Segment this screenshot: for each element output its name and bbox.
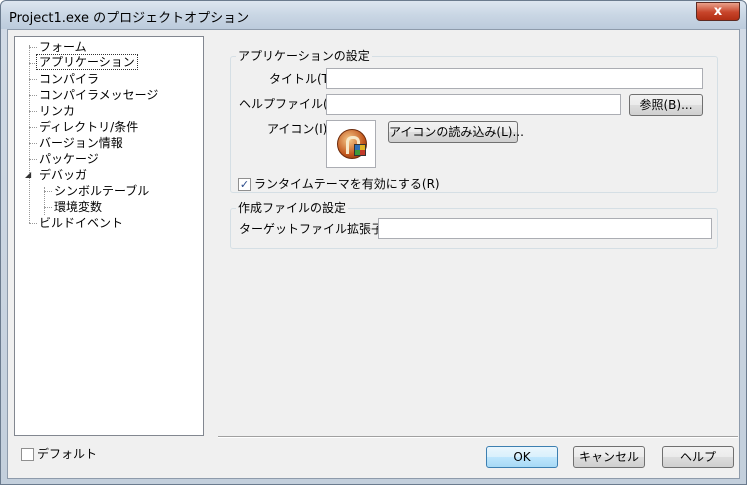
tree-connector-line: [29, 45, 30, 223]
target-extension-input[interactable]: [378, 218, 712, 239]
tree-item-version-info[interactable]: バージョン情報: [37, 135, 125, 151]
application-icon: [337, 129, 367, 159]
close-button[interactable]: x: [696, 2, 740, 21]
tree-branch: [29, 95, 37, 96]
tree-item-compiler-messages[interactable]: コンパイラメッセージ: [37, 87, 160, 103]
tree-branch: [44, 207, 52, 208]
icon-label: アイコン(I):: [267, 122, 332, 136]
help-button[interactable]: ヘルプ: [662, 446, 734, 468]
helpfile-input[interactable]: [326, 94, 621, 115]
title-input[interactable]: [326, 68, 703, 89]
app-icon-grid: [354, 144, 366, 156]
tree-branch: [29, 159, 37, 160]
tree-branch: [29, 79, 37, 80]
runtime-theme-checkbox[interactable]: ✓: [238, 178, 251, 191]
window-title: Project1.exe のプロジェクトオプション: [9, 11, 250, 26]
tree-item-compiler[interactable]: コンパイラ: [37, 71, 101, 87]
ok-button[interactable]: OK: [486, 446, 558, 468]
tree-item-environment-vars[interactable]: 環境変数: [52, 199, 104, 215]
tree-branch: [29, 127, 37, 128]
tree-item-debugger[interactable]: デバッガ: [37, 167, 89, 183]
runtime-theme-label[interactable]: ランタイムテーマを有効にする(R): [254, 176, 440, 192]
close-icon: x: [713, 4, 723, 19]
tree-item-linker[interactable]: リンカ: [37, 103, 77, 119]
options-tree[interactable]: フォーム アプリケーション コンパイラ コンパイラメッセージ リンカ ディレクト…: [14, 36, 204, 436]
project-options-dialog: Project1.exe のプロジェクトオプション x フォーム アプリケーショ…: [0, 0, 747, 485]
tree-branch: [29, 143, 37, 144]
tree-branch: [44, 191, 52, 192]
browse-button[interactable]: 参照(B)...: [629, 94, 703, 116]
tree-branch: [29, 111, 37, 112]
cancel-button[interactable]: キャンセル: [573, 446, 645, 468]
tree-item-build-events[interactable]: ビルドイベント: [37, 215, 125, 231]
title-bar[interactable]: Project1.exe のプロジェクトオプション x: [1, 1, 746, 29]
expand-triangle-icon[interactable]: ◢: [25, 170, 31, 179]
output-settings-label: 作成ファイルの設定: [236, 201, 349, 215]
dialog-client-area: フォーム アプリケーション コンパイラ コンパイラメッセージ リンカ ディレクト…: [7, 29, 740, 479]
tree-branch: [29, 47, 37, 48]
default-checkbox[interactable]: [21, 448, 34, 461]
footer-separator: [218, 436, 738, 438]
tree-item-form[interactable]: フォーム: [37, 39, 89, 55]
tree-item-packages[interactable]: パッケージ: [37, 151, 101, 167]
icon-preview: [326, 120, 376, 168]
default-label[interactable]: デフォルト: [37, 446, 97, 462]
application-settings-label: アプリケーションの設定: [236, 49, 372, 63]
tree-branch: [29, 223, 37, 224]
tree-item-application[interactable]: アプリケーション: [36, 54, 138, 70]
tree-item-symbol-table[interactable]: シンボルテーブル: [52, 183, 151, 199]
load-icon-button[interactable]: アイコンの読み込み(L)...: [388, 121, 524, 143]
checkmark-icon: ✓: [239, 178, 250, 191]
tree-item-directories[interactable]: ディレクトリ/条件: [37, 119, 140, 135]
